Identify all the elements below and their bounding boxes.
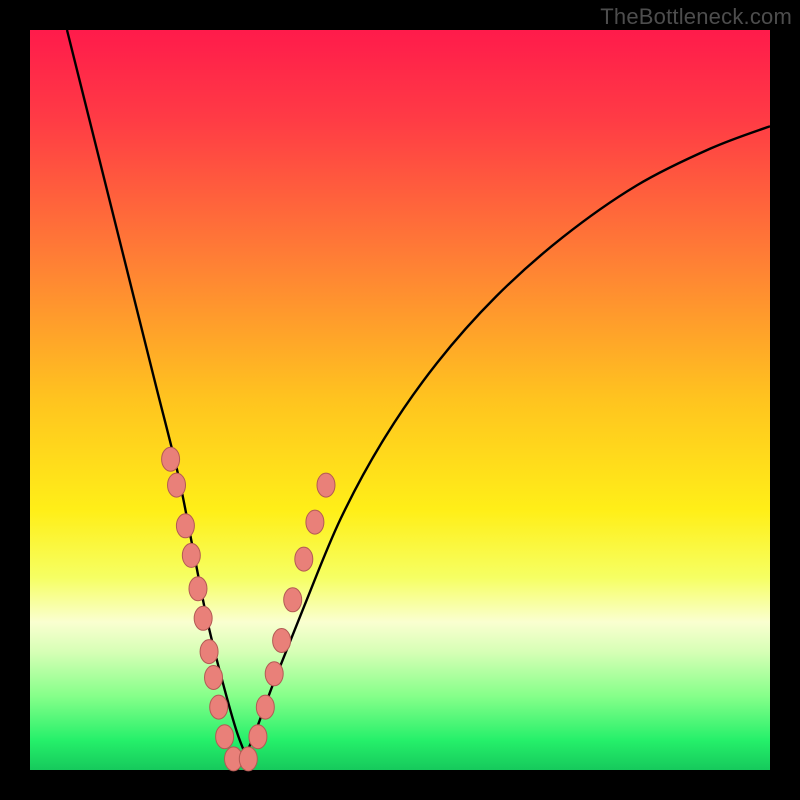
data-marker — [256, 695, 274, 719]
curve-path — [67, 30, 252, 770]
data-marker — [182, 543, 200, 567]
data-marker — [176, 514, 194, 538]
data-marker — [295, 547, 313, 571]
data-marker — [273, 629, 291, 653]
data-marker — [194, 606, 212, 630]
data-marker — [205, 666, 223, 690]
watermark-text: TheBottleneck.com — [600, 4, 792, 30]
chart-frame: TheBottleneck.com — [0, 0, 800, 800]
chart-svg — [30, 30, 770, 770]
data-marker — [239, 747, 257, 771]
data-marker — [249, 725, 267, 749]
data-marker — [210, 695, 228, 719]
data-marker — [200, 640, 218, 664]
data-marker — [306, 510, 324, 534]
data-marker — [284, 588, 302, 612]
curve-right — [237, 126, 770, 770]
data-marker — [317, 473, 335, 497]
curve-left — [67, 30, 252, 770]
data-marker — [162, 447, 180, 471]
markers-group — [162, 447, 335, 771]
data-marker — [189, 577, 207, 601]
data-marker — [265, 662, 283, 686]
data-marker — [168, 473, 186, 497]
curve-path — [237, 126, 770, 770]
data-marker — [216, 725, 234, 749]
